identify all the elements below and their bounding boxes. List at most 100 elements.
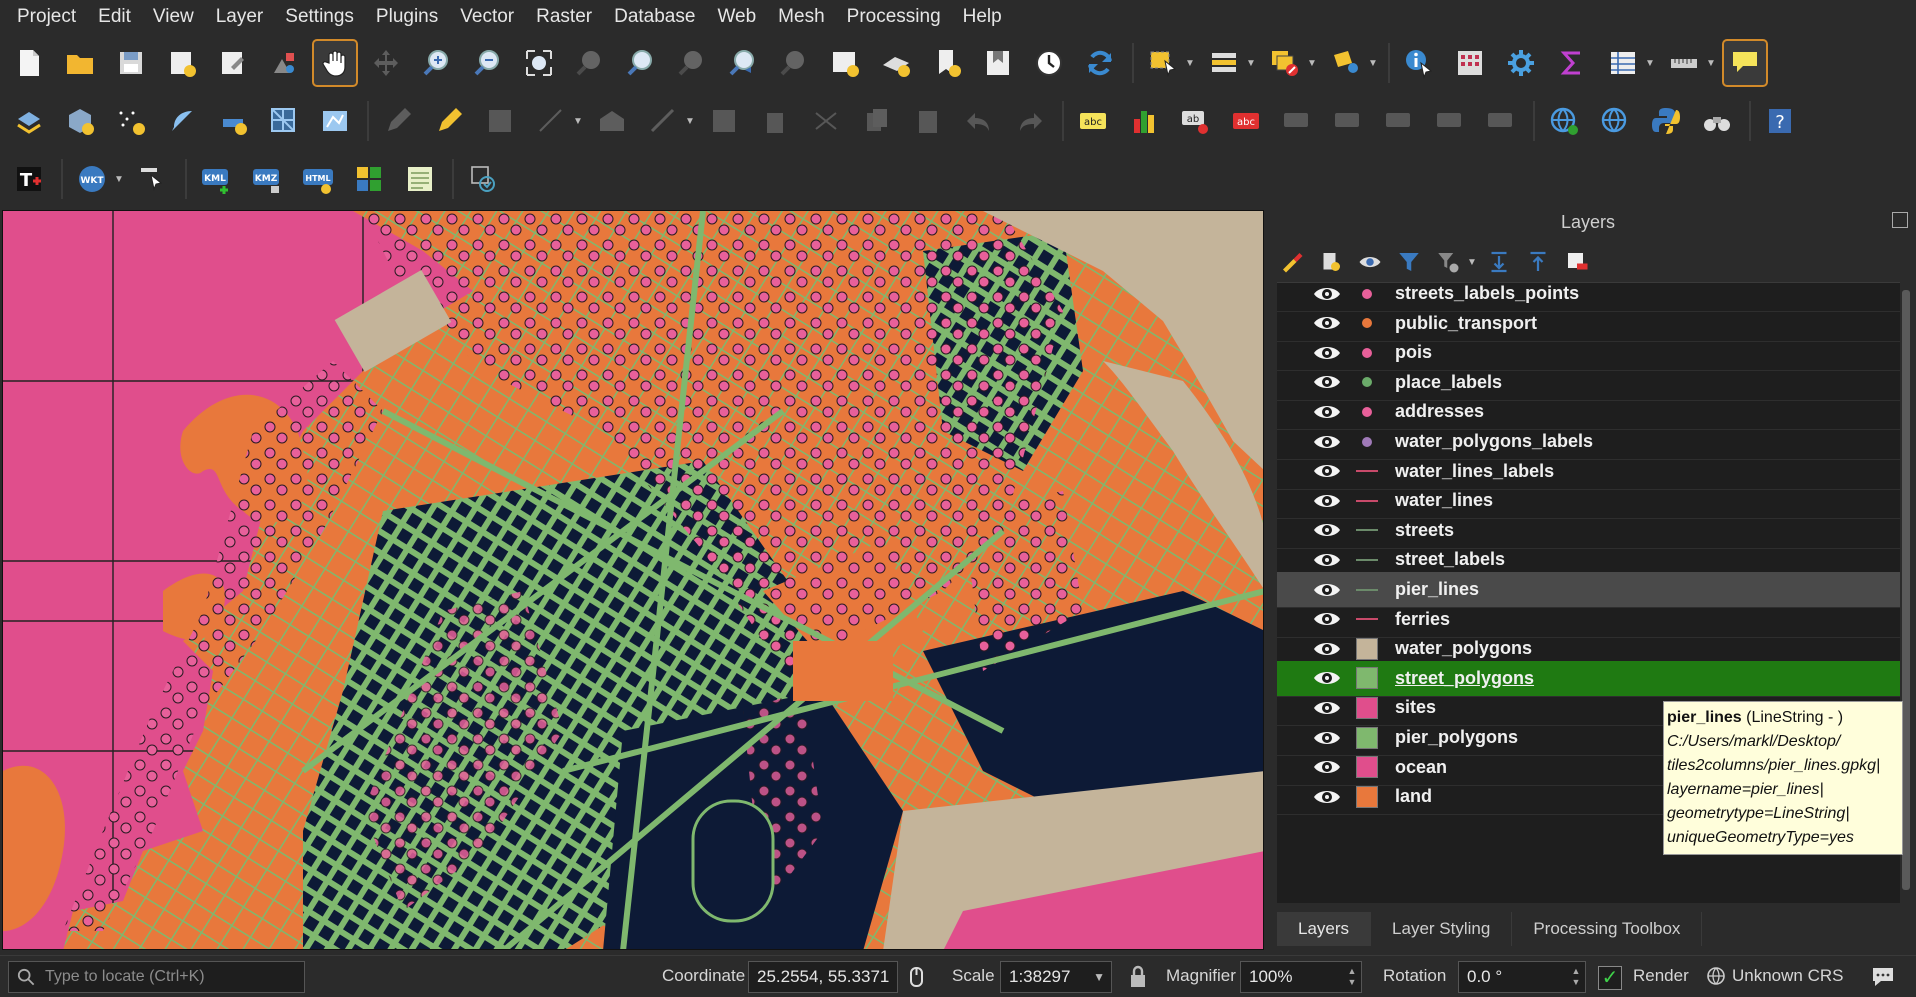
- lined-table-button[interactable]: [399, 157, 441, 201]
- identify-features-button[interactable]: [1398, 41, 1440, 85]
- vertex-tool-button[interactable]: [591, 99, 633, 143]
- add-group-button[interactable]: [1317, 248, 1345, 276]
- menu-view[interactable]: View: [142, 0, 205, 34]
- new-virtual-layer-button[interactable]: [212, 99, 254, 143]
- layer-symbol-icon[interactable]: [1355, 607, 1379, 631]
- layer-symbol-icon[interactable]: [1355, 430, 1379, 454]
- map-canvas[interactable]: [2, 210, 1264, 950]
- menu-help[interactable]: Help: [952, 0, 1013, 34]
- pan-to-selection-button[interactable]: [365, 41, 407, 85]
- layer-diagram-button[interactable]: [1123, 99, 1165, 143]
- layer-symbol-icon[interactable]: [1355, 548, 1379, 572]
- new-spatialite-button[interactable]: [161, 99, 203, 143]
- label-properties-button[interactable]: [1480, 99, 1522, 143]
- move-diagram-button[interactable]: [1429, 99, 1471, 143]
- visibility-eye-icon[interactable]: [1311, 579, 1343, 601]
- messages-button[interactable]: [1870, 965, 1898, 991]
- new-print-layout-button[interactable]: [161, 41, 203, 85]
- deselect-features-button[interactable]: [1264, 41, 1306, 85]
- crs-tool-button[interactable]: [462, 157, 504, 201]
- metasearch-button[interactable]: [1594, 99, 1636, 143]
- style-manager-button[interactable]: [263, 41, 305, 85]
- chevron-down-icon[interactable]: ▼: [1246, 58, 1256, 69]
- layer-symbol-icon[interactable]: [1355, 518, 1379, 542]
- paste-features-button[interactable]: [907, 99, 949, 143]
- layer-symbol-icon[interactable]: [1355, 459, 1379, 483]
- menu-project[interactable]: Project: [6, 0, 87, 34]
- kml-import-button[interactable]: KML: [195, 157, 237, 201]
- show-hide-labels-button[interactable]: abc: [1225, 99, 1267, 143]
- delete-selected-button[interactable]: [754, 99, 796, 143]
- copy-features-button[interactable]: [856, 99, 898, 143]
- tab-processing-toolbox[interactable]: Processing Toolbox: [1512, 912, 1703, 946]
- menu-settings[interactable]: Settings: [274, 0, 365, 34]
- layer-symbol-icon[interactable]: [1355, 696, 1379, 720]
- redo-button[interactable]: [1009, 99, 1051, 143]
- statistical-summary-button[interactable]: [1551, 41, 1593, 85]
- rotation-spinbox[interactable]: 0.0 ° ▲ ▼: [1458, 961, 1586, 993]
- menu-web[interactable]: Web: [706, 0, 767, 34]
- expand-all-button[interactable]: [1485, 248, 1513, 276]
- new-bookmark-button[interactable]: [926, 41, 968, 85]
- visibility-eye-icon[interactable]: [1311, 608, 1343, 630]
- menu-mesh[interactable]: Mesh: [767, 0, 835, 34]
- visibility-eye-icon[interactable]: [1311, 697, 1343, 719]
- select-by-value-button[interactable]: [1203, 41, 1245, 85]
- layer-symbol-icon[interactable]: [1355, 666, 1379, 690]
- visibility-eye-icon[interactable]: [1311, 638, 1343, 660]
- cut-features-button[interactable]: [805, 99, 847, 143]
- layout-manager-button[interactable]: [212, 41, 254, 85]
- toolbox-button[interactable]: [1500, 41, 1542, 85]
- chevron-down-icon[interactable]: ▼: [1706, 58, 1716, 69]
- undock-panel-icon[interactable]: [1892, 212, 1908, 228]
- chevron-down-icon[interactable]: ▼: [573, 116, 583, 127]
- chevron-down-icon[interactable]: ▼: [1307, 58, 1317, 69]
- new-project-button[interactable]: [8, 41, 50, 85]
- zoom-full-button[interactable]: [518, 41, 560, 85]
- tiles-grid-button[interactable]: [348, 157, 390, 201]
- map-tips-button[interactable]: [1722, 39, 1768, 87]
- layer-symbol-icon[interactable]: [1355, 785, 1379, 809]
- tab-layer-styling[interactable]: Layer Styling: [1371, 912, 1513, 946]
- toggle-editing-button[interactable]: [377, 99, 419, 143]
- annotation-select-button[interactable]: [132, 157, 174, 201]
- filter-legend-button[interactable]: [1395, 248, 1423, 276]
- zoom-in-button[interactable]: [416, 41, 458, 85]
- visibility-eye-icon[interactable]: [1311, 756, 1343, 778]
- collapse-all-button[interactable]: [1524, 248, 1552, 276]
- plugin-manager-button[interactable]: [1696, 99, 1738, 143]
- wkt-button[interactable]: WKT: [71, 157, 113, 201]
- layer-symbol-icon[interactable]: [1355, 311, 1379, 335]
- change-label-button[interactable]: [1378, 99, 1420, 143]
- visibility-eye-icon[interactable]: [1311, 283, 1343, 305]
- visibility-eye-icon[interactable]: [1311, 342, 1343, 364]
- layer-symbol-icon[interactable]: [1355, 637, 1379, 661]
- render-checkbox[interactable]: ✓: [1598, 966, 1622, 990]
- visibility-eye-icon[interactable]: [1311, 371, 1343, 393]
- spin-arrows-icon[interactable]: ▲ ▼: [1345, 966, 1359, 988]
- new-geopackage-button[interactable]: [59, 99, 101, 143]
- magnifier-spinbox[interactable]: 100% ▲ ▼: [1240, 961, 1362, 993]
- chevron-down-icon[interactable]: ▼: [1368, 58, 1378, 69]
- add-vector-tile-button[interactable]: [314, 99, 356, 143]
- zoom-out-button[interactable]: [467, 41, 509, 85]
- visibility-eye-icon[interactable]: [1311, 431, 1343, 453]
- visibility-eye-icon[interactable]: [1311, 519, 1343, 541]
- filter-by-expression-button[interactable]: [1434, 248, 1462, 276]
- crs-button[interactable]: [1706, 966, 1728, 988]
- python-console-button[interactable]: [1645, 99, 1687, 143]
- digitize-button[interactable]: [530, 99, 572, 143]
- zoom-next-button[interactable]: [773, 41, 815, 85]
- layer-symbol-icon[interactable]: [1355, 283, 1379, 306]
- crs-label[interactable]: Unknown CRS: [1732, 966, 1844, 986]
- lock-scale-button[interactable]: [1128, 965, 1150, 991]
- coordinate-field[interactable]: 25.2554, 55.3371: [748, 961, 898, 993]
- toggle-extents-button[interactable]: [903, 965, 931, 991]
- undo-button[interactable]: [958, 99, 1000, 143]
- zoom-to-layer-button[interactable]: [620, 41, 662, 85]
- data-source-manager-button[interactable]: [8, 99, 50, 143]
- menu-edit[interactable]: Edit: [87, 0, 142, 34]
- layer-symbol-icon[interactable]: [1355, 400, 1379, 424]
- new-map-view-button[interactable]: [824, 41, 866, 85]
- temporal-controller-button[interactable]: [1028, 41, 1070, 85]
